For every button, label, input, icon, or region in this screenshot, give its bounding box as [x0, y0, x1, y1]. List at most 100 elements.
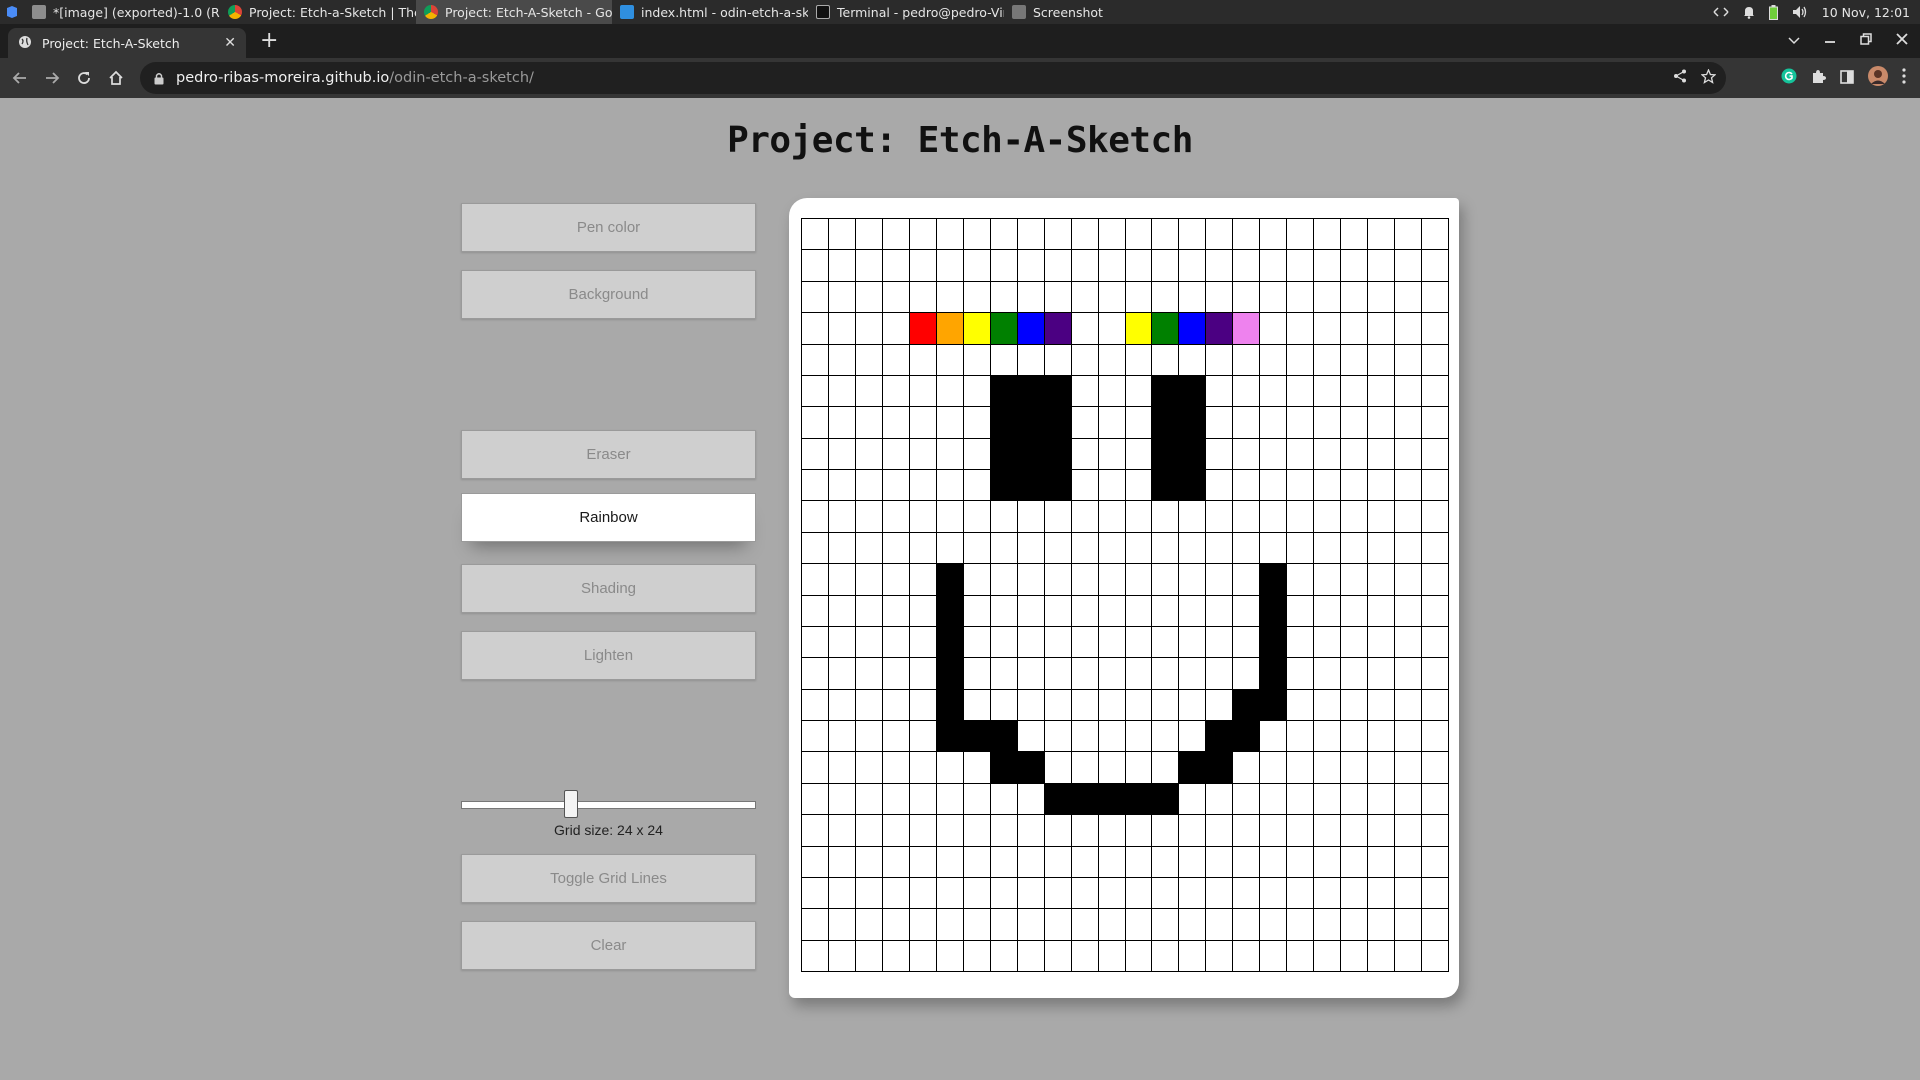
grid-cell[interactable]: [1422, 909, 1449, 941]
grid-cell[interactable]: [1071, 219, 1099, 251]
grid-cell[interactable]: [1314, 721, 1342, 753]
grid-cell[interactable]: [1287, 689, 1315, 721]
grid-cell[interactable]: [1206, 470, 1234, 502]
grid-cell[interactable]: [990, 344, 1018, 376]
grid-cell[interactable]: [936, 407, 964, 439]
grid-cell[interactable]: [990, 815, 1018, 847]
grid-cell[interactable]: [1341, 658, 1369, 690]
grid-cell[interactable]: [1314, 470, 1342, 502]
grid-cell[interactable]: [1287, 532, 1315, 565]
grid-cell[interactable]: [855, 470, 883, 502]
grid-cell[interactable]: [802, 626, 829, 659]
grid-cell[interactable]: [909, 689, 937, 721]
grid-cell[interactable]: [1314, 313, 1342, 345]
grid-cell[interactable]: [1017, 752, 1045, 784]
grid-cell[interactable]: [1260, 501, 1288, 533]
grid-cell[interactable]: [882, 344, 910, 376]
grid-cell[interactable]: [1152, 846, 1180, 878]
grid-cell[interactable]: [882, 846, 910, 878]
grid-cell[interactable]: [1233, 219, 1261, 251]
grid-cell[interactable]: [1044, 375, 1072, 408]
grid-cell[interactable]: [828, 564, 856, 596]
grid-cell[interactable]: [909, 626, 937, 659]
grid-cell[interactable]: [1098, 438, 1126, 470]
grid-cell[interactable]: [1314, 940, 1342, 972]
grid-cell[interactable]: [1179, 407, 1207, 439]
grid-cell[interactable]: [1233, 815, 1261, 847]
taskbar-item-screenshot[interactable]: Screenshot: [1004, 0, 1124, 24]
grid-cell[interactable]: [1395, 501, 1423, 533]
grid-cell[interactable]: [990, 501, 1018, 533]
grid-cell[interactable]: [1071, 752, 1099, 784]
grid-cell[interactable]: [1017, 375, 1045, 408]
grid-cell[interactable]: [1287, 909, 1315, 941]
grid-cell[interactable]: [1260, 470, 1288, 502]
grid-cell[interactable]: [1044, 909, 1072, 941]
grid-cell[interactable]: [1044, 532, 1072, 565]
grid-cell[interactable]: [990, 626, 1018, 659]
grid-cell[interactable]: [1368, 532, 1396, 565]
grid-cell[interactable]: [882, 564, 910, 596]
grid-cell[interactable]: [1098, 658, 1126, 690]
grid-cell[interactable]: [802, 815, 829, 847]
grid-cell[interactable]: [802, 313, 829, 345]
grid-cell[interactable]: [1071, 564, 1099, 596]
grid-cell[interactable]: [1017, 501, 1045, 533]
grid-cell[interactable]: [1395, 940, 1423, 972]
grid-cell[interactable]: [990, 219, 1018, 251]
grid-cell[interactable]: [882, 721, 910, 753]
grid-cell[interactable]: [1179, 438, 1207, 470]
grid-cell[interactable]: [936, 344, 964, 376]
grid-cell[interactable]: [1422, 721, 1449, 753]
tab-etch-a-sketch[interactable]: Project: Etch-A-Sketch ✕: [8, 28, 246, 58]
grid-cell[interactable]: [1017, 940, 1045, 972]
grid-cell[interactable]: [1125, 721, 1153, 753]
grid-cell[interactable]: [990, 846, 1018, 878]
grid-cell[interactable]: [855, 721, 883, 753]
grid-cell[interactable]: [1287, 219, 1315, 251]
grid-cell[interactable]: [1206, 626, 1234, 659]
grid-cell[interactable]: [1422, 626, 1449, 659]
grid-cell[interactable]: [1287, 407, 1315, 439]
grid-cell[interactable]: [1044, 721, 1072, 753]
grid-cell[interactable]: [882, 250, 910, 282]
grid-cell[interactable]: [1341, 375, 1369, 408]
grid-cell[interactable]: [936, 909, 964, 941]
grid-cell[interactable]: [802, 721, 829, 753]
grid-cell[interactable]: [1179, 501, 1207, 533]
grid-cell[interactable]: [1152, 564, 1180, 596]
grid-cell[interactable]: [1098, 407, 1126, 439]
grid-cell[interactable]: [1206, 815, 1234, 847]
grid-cell[interactable]: [1125, 501, 1153, 533]
bookmark-star-icon[interactable]: [1700, 67, 1717, 88]
grid-cell[interactable]: [1152, 344, 1180, 376]
grid-cell[interactable]: [1125, 783, 1153, 816]
grid-cell[interactable]: [1368, 721, 1396, 753]
grid-cell[interactable]: [1206, 219, 1234, 251]
grid-cell[interactable]: [1206, 689, 1234, 721]
grid-cell[interactable]: [1368, 281, 1396, 314]
grid-cell[interactable]: [855, 752, 883, 784]
grid-cell[interactable]: [1368, 313, 1396, 345]
grid-cell[interactable]: [990, 721, 1018, 753]
grid-cell[interactable]: [1098, 940, 1126, 972]
grid-cell[interactable]: [1314, 407, 1342, 439]
grid-cell[interactable]: [1368, 626, 1396, 659]
grid-cell[interactable]: [1152, 595, 1180, 627]
grid-cell[interactable]: [1206, 250, 1234, 282]
grid-cell[interactable]: [1422, 375, 1449, 408]
grid-cell[interactable]: [1368, 219, 1396, 251]
grid-cell[interactable]: [882, 626, 910, 659]
grid-cell[interactable]: [1017, 721, 1045, 753]
grid-cell[interactable]: [828, 595, 856, 627]
grid-cell[interactable]: [1233, 752, 1261, 784]
grid-cell[interactable]: [1071, 815, 1099, 847]
shading-button[interactable]: Shading: [461, 564, 756, 613]
grid-cell[interactable]: [990, 438, 1018, 470]
grid-cell[interactable]: [1017, 846, 1045, 878]
grid-cell[interactable]: [1071, 344, 1099, 376]
grid-cell[interactable]: [1017, 438, 1045, 470]
grid-cell[interactable]: [1314, 846, 1342, 878]
grid-cell[interactable]: [1287, 281, 1315, 314]
grid-cell[interactable]: [1233, 877, 1261, 910]
